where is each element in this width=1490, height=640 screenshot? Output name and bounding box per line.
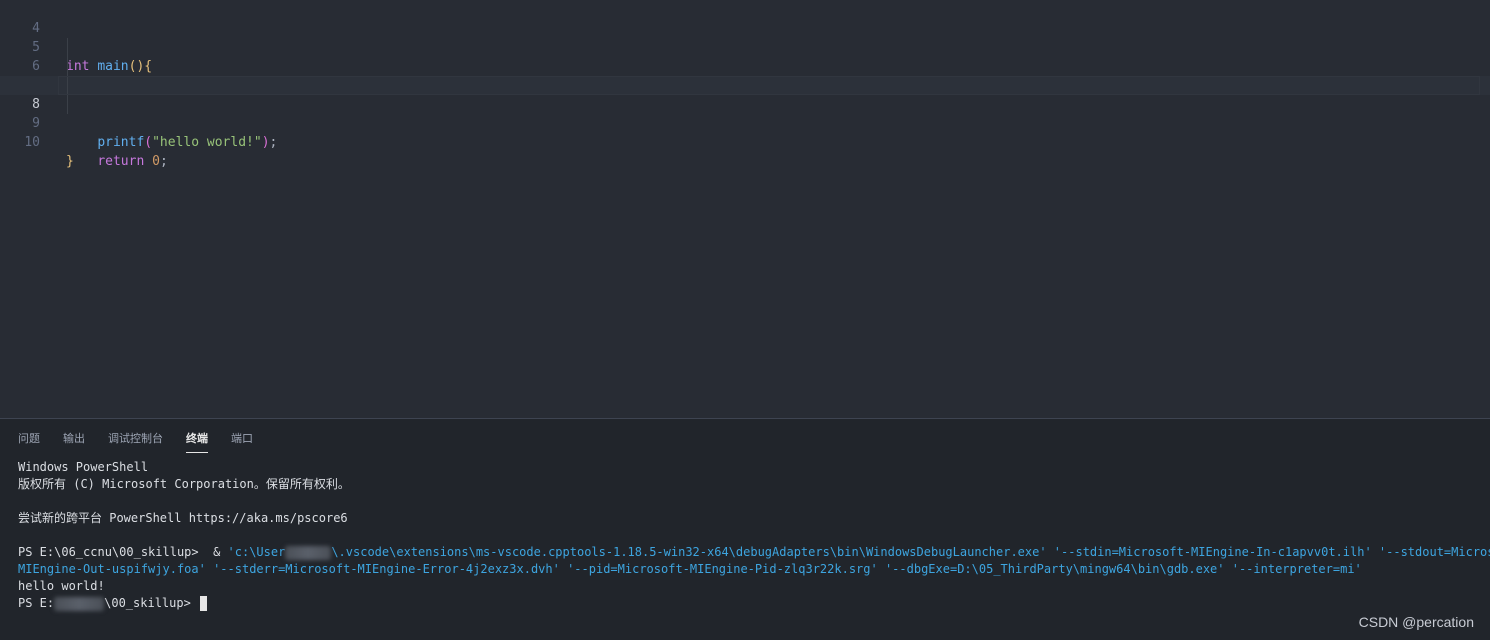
code-line-9[interactable]: 9 return 0; <box>0 95 1490 169</box>
terminal-line: 版权所有 (C) Microsoft Corporation。保留所有权利。 <box>18 477 350 491</box>
indent-guide <box>67 57 68 76</box>
tab-problems[interactable]: 问题 <box>18 431 40 453</box>
redacted-path <box>54 596 105 611</box>
terminal-command-line: PS E:\06_ccnu\00_skillup> & 'c:\User \.vs… <box>18 544 1490 561</box>
semicolon: ; <box>269 135 278 150</box>
panel-tabs: 问题 输出 调试控制台 终端 端口 <box>18 431 276 453</box>
tab-debug-console[interactable]: 调试控制台 <box>108 431 163 453</box>
terminal-command-continuation: MIEngine-Out-uspifwjy.foa' '--stderr=Mic… <box>18 562 1362 576</box>
tab-output[interactable]: 输出 <box>63 431 85 453</box>
command-part: 'c:\User <box>227 545 286 559</box>
bottom-panel: 问题 输出 调试控制台 终端 端口 Windows PowerShell 版权所… <box>0 418 1490 640</box>
code-line-6[interactable]: 6 <box>0 38 1490 74</box>
code-line-4[interactable]: 4 <box>0 0 1490 36</box>
line-number: 10 <box>24 135 40 150</box>
command-part: \.vscode\extensions\ms-vscode.cpptools-1… <box>331 545 1490 559</box>
code-line-8[interactable]: 8 printf("hello world!"); <box>0 76 1490 150</box>
redacted-username <box>285 545 332 560</box>
prompt-suffix: \00_skillup> <box>104 596 199 610</box>
code-text: printf("hello world!"); <box>66 133 277 152</box>
indent-guide <box>67 76 68 95</box>
vscode-window: 4 5 int main(){ 6 7 8 printf("hello worl… <box>0 0 1490 640</box>
terminal-output[interactable]: Windows PowerShell 版权所有 (C) Microsoft Co… <box>18 459 1490 612</box>
terminal-program-output: hello world! <box>18 579 105 593</box>
brace-close: } <box>66 154 74 169</box>
watermark: CSDN @percation <box>1358 614 1474 630</box>
keyword-return: return <box>97 154 145 169</box>
indent-guide <box>67 38 68 57</box>
tab-ports[interactable]: 端口 <box>231 431 253 453</box>
code-editor[interactable]: 4 5 int main(){ 6 7 8 printf("hello worl… <box>0 0 1490 418</box>
prompt-prefix: PS E: <box>18 596 55 610</box>
terminal-line: 尝试新的跨平台 PowerShell https://aka.ms/pscore… <box>18 511 348 525</box>
paren-open: ( <box>144 135 153 150</box>
terminal-prompt-line: PS E: \00_skillup> <box>18 595 1476 612</box>
indent-guide <box>67 95 68 114</box>
tab-terminal[interactable]: 终端 <box>186 431 208 453</box>
terminal-line: Windows PowerShell <box>18 460 149 474</box>
code-line-10[interactable]: 10 } <box>0 114 1490 169</box>
ampersand: & <box>205 545 228 559</box>
semicolon: ; <box>159 154 168 169</box>
function-printf: printf <box>97 135 145 150</box>
paren-close: ) <box>261 135 270 150</box>
code-line-5[interactable]: 5 int main(){ <box>0 19 1490 74</box>
string-literal: "hello world!" <box>152 135 262 150</box>
code-text: } <box>66 152 74 171</box>
number-literal: 0 <box>152 154 160 169</box>
code-line-7[interactable]: 7 <box>0 57 1490 93</box>
code-text: return 0; <box>66 152 168 171</box>
terminal-cursor <box>200 596 208 611</box>
prompt: PS E:\06_ccnu\00_skillup> <box>18 545 206 559</box>
